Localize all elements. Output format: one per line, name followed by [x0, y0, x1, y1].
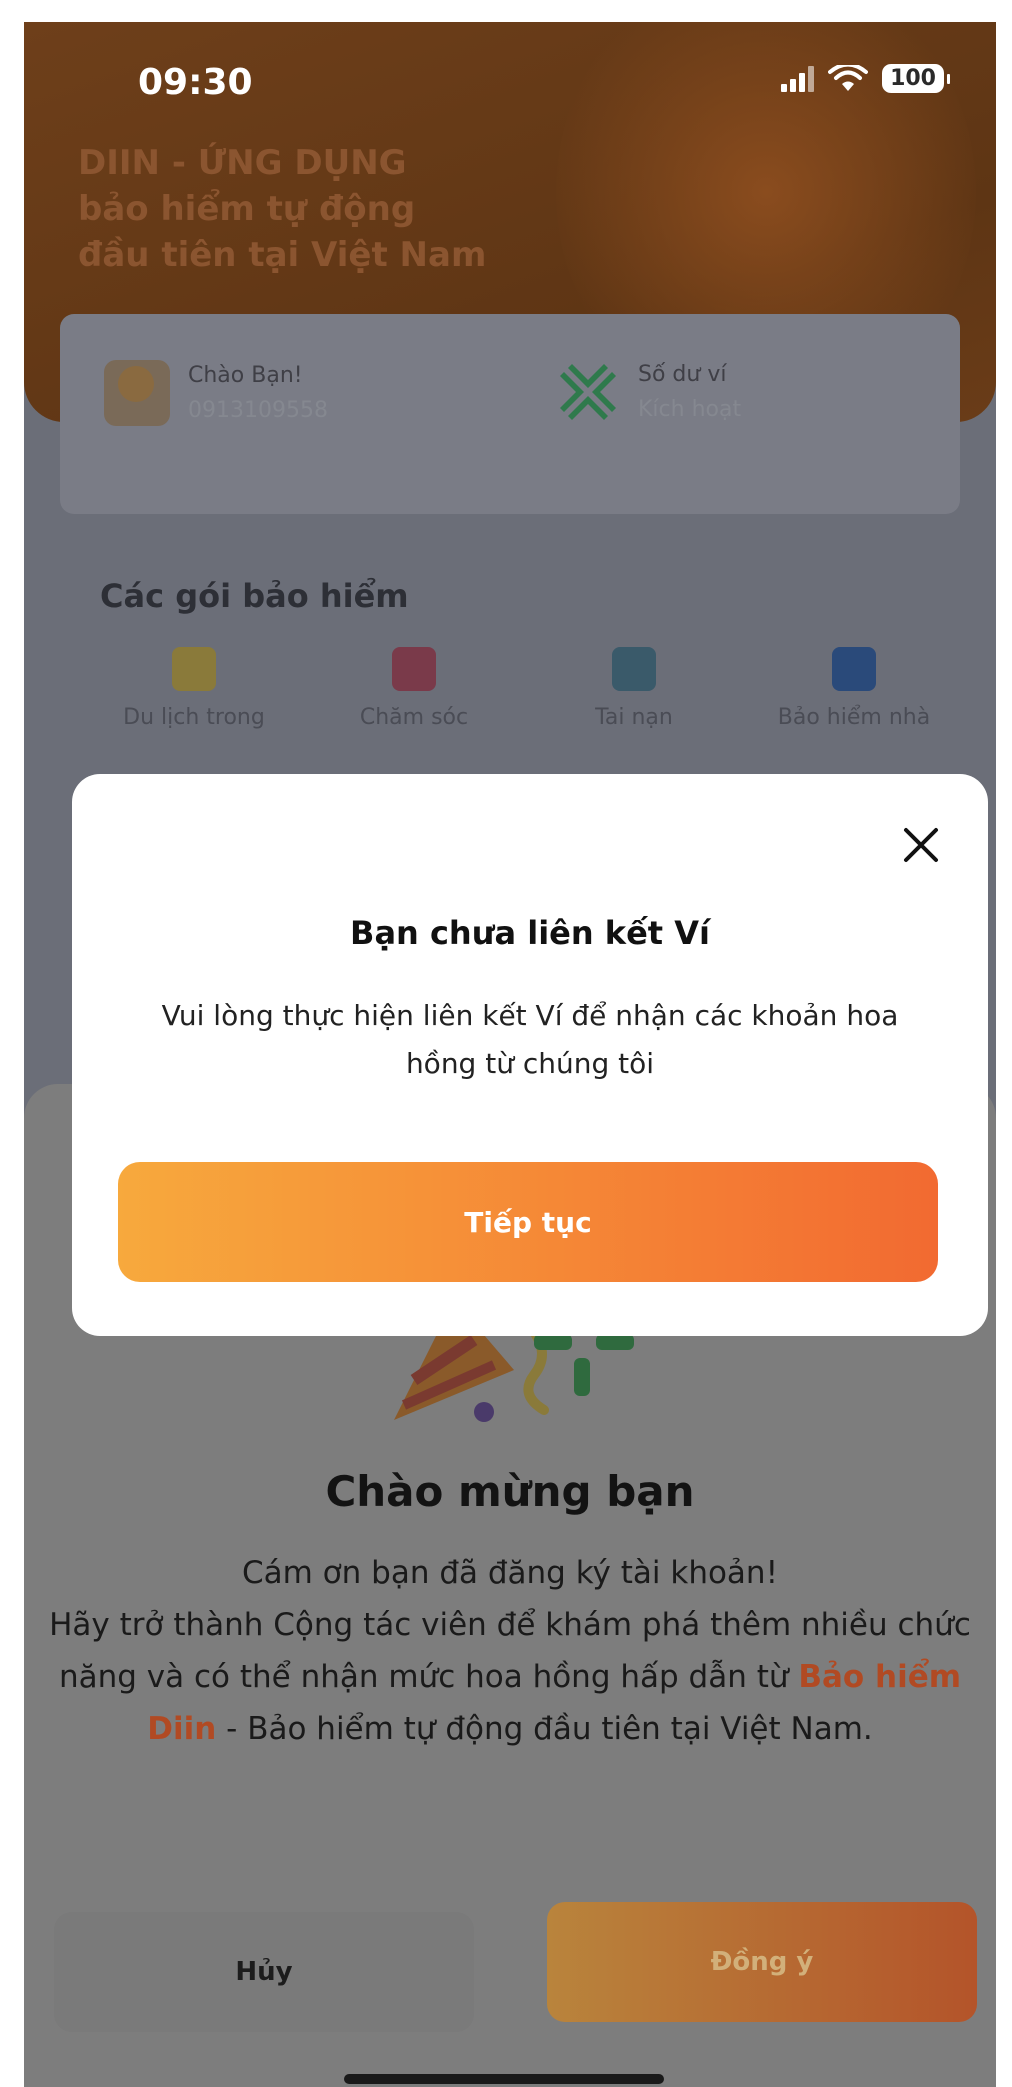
- hero-title-line: DIIN - ỨNG DỤNG: [78, 143, 407, 183]
- status-time: 09:30: [138, 62, 253, 103]
- hero-title: DIIN - ỨNG DỤNG bảo hiểm tự động đầu tiê…: [78, 140, 486, 278]
- account-card: Chào Bạn! 0913109558 Số dư ví Kích hoạt: [60, 314, 960, 514]
- home-indicator: [344, 2074, 664, 2084]
- continue-button[interactable]: Tiếp tục: [118, 1162, 938, 1282]
- welcome-message: Cám ơn bạn đã đăng ký tài khoản! Hãy trở…: [34, 1547, 986, 1755]
- dialog-message: Vui lòng thực hiện liên kết Ví để nhận c…: [161, 999, 899, 1080]
- package-label: Du lịch trong: [123, 705, 265, 730]
- person-shield-icon: [612, 647, 656, 691]
- avatar: [104, 360, 170, 426]
- luggage-icon: [172, 647, 216, 691]
- hero-title-line: bảo hiểm tự động: [78, 189, 416, 229]
- package-label: Bảo hiểm nhà: [777, 705, 931, 730]
- wallet-status: Kích hoạt: [638, 397, 742, 422]
- battery-icon: 100: [882, 64, 950, 93]
- cancel-button[interactable]: Hủy: [54, 1912, 474, 2032]
- link-wallet-dialog: Bạn chưa liên kết Ví Vui lòng thực hiện …: [72, 774, 988, 1336]
- package-item-travel[interactable]: Du lịch trong: [84, 647, 304, 730]
- greeting-text: Chào Bạn!: [188, 363, 303, 388]
- heart-care-icon: [392, 647, 436, 691]
- user-info[interactable]: Chào Bạn! 0913109558: [104, 360, 328, 426]
- hero-title-line: đầu tiên tại Việt Nam: [78, 235, 487, 275]
- packages-list: Du lịch trong Chăm sóc Tai nạn Bảo hiểm …: [84, 647, 964, 730]
- package-label: Tai nạn: [595, 705, 673, 730]
- wallet-label: Số dư ví: [638, 362, 727, 387]
- package-item-care[interactable]: Chăm sóc: [304, 647, 524, 730]
- phone-number: 0913109558: [188, 398, 328, 423]
- dialog-title: Bạn chưa liên kết Ví: [350, 914, 710, 952]
- cellular-signal-icon: [781, 65, 815, 92]
- package-item-accident[interactable]: Tai nạn: [524, 647, 744, 730]
- wallet-logo-icon: [560, 364, 616, 420]
- status-icons: 100: [781, 64, 950, 93]
- package-label: Chăm sóc: [359, 705, 469, 730]
- packages-title: Các gói bảo hiểm: [100, 577, 409, 615]
- package-item-home[interactable]: Bảo hiểm nhà: [744, 647, 964, 730]
- agree-button[interactable]: Đồng ý: [547, 1902, 977, 2022]
- wifi-icon: [828, 64, 869, 91]
- house-shield-icon: [832, 647, 876, 691]
- welcome-title: Chào mừng bạn: [325, 1467, 695, 1516]
- close-icon[interactable]: [894, 818, 948, 872]
- phone-screen: 09:30 100 DIIN - ỨNG DỤNG bảo hiểm tự độ…: [24, 22, 996, 2087]
- wallet-info[interactable]: Số dư ví Kích hoạt: [556, 360, 741, 424]
- welcome-text: - Bảo hiểm tự động đầu tiên tại Việt Nam…: [216, 1711, 873, 1747]
- welcome-paragraph: Hãy trở thành Cộng tác viên để khám phá …: [34, 1599, 986, 1755]
- welcome-line: Cám ơn bạn đã đăng ký tài khoản!: [241, 1555, 779, 1591]
